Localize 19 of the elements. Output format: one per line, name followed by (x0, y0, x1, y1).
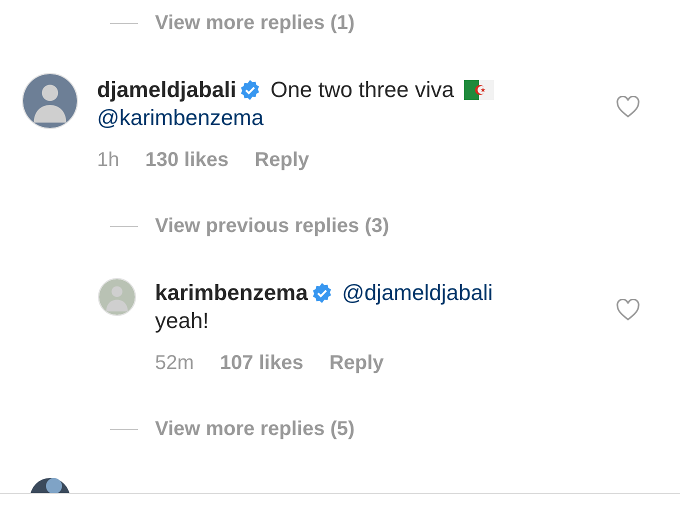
likes-count[interactable]: 130 likes (145, 148, 229, 172)
mention-link[interactable]: @djameldjabali (342, 280, 493, 305)
comment-time: 1h (97, 148, 120, 172)
comment-text: One two three viva (270, 77, 454, 102)
username-link[interactable]: djameldjabali (97, 77, 236, 102)
flag-icon (464, 80, 494, 100)
mention-link[interactable]: @karimbenzema (97, 105, 264, 130)
username-link[interactable]: karimbenzema (155, 280, 308, 305)
view-replies-link[interactable]: View previous replies (3) (155, 213, 390, 239)
view-replies-link[interactable]: View more replies (1) (155, 10, 355, 36)
likes-count[interactable]: 107 likes (220, 351, 304, 375)
heart-icon[interactable] (616, 299, 640, 321)
avatar-icon[interactable] (22, 73, 78, 129)
comment-time: 52m (155, 351, 194, 375)
view-replies-link[interactable]: View more replies (5) (155, 416, 355, 442)
heart-icon[interactable] (616, 96, 640, 118)
reply-button[interactable]: Reply (254, 148, 310, 172)
comment-text: yeah! (155, 308, 209, 333)
reply-button[interactable]: Reply (329, 351, 384, 375)
